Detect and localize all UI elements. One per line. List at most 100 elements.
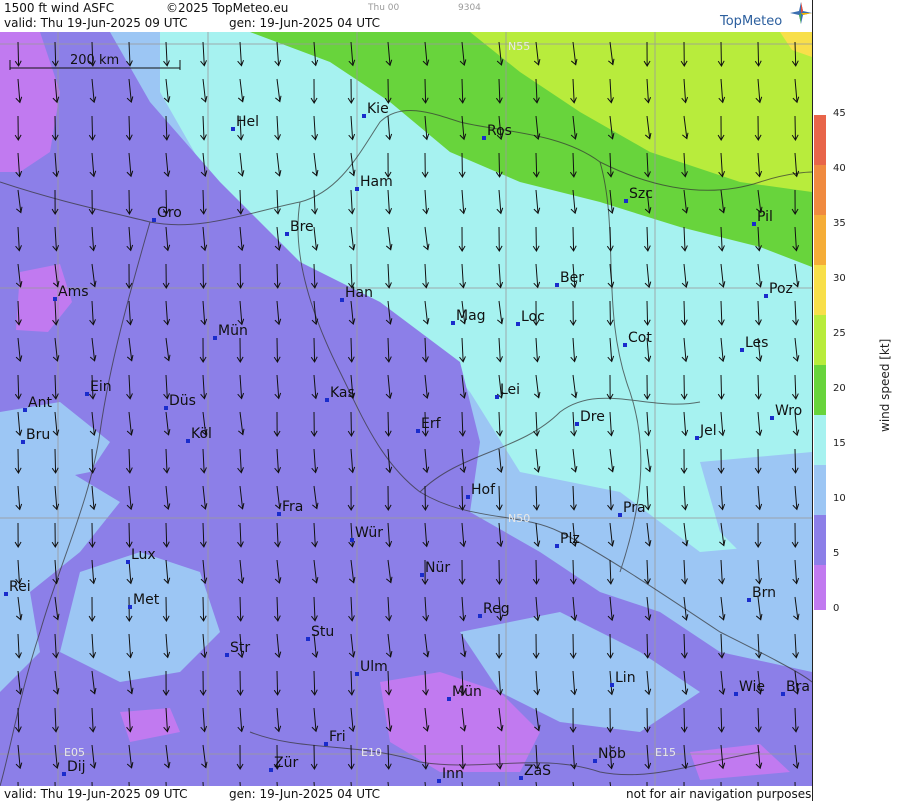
city-label: Han [345,285,373,301]
city-marker [764,294,768,298]
city-marker [610,683,614,687]
city-label: Rei [9,579,31,595]
city-label: Bru [26,427,50,443]
city-label: Dre [580,409,605,425]
city-marker [451,321,455,325]
wind-map[interactable]: N55 N50 E05 E10 E15 200 km Hel Kie Ros Ham S… [0,32,812,786]
city-label: Brn [752,585,776,601]
city-label: Zür [274,755,298,771]
city-marker [555,544,559,548]
colorbar-segment [814,515,826,565]
city-marker [21,440,25,444]
city-label: Plz [560,531,580,547]
colorbar-segment [814,465,826,515]
city-label: Cot [628,330,652,346]
faint-day-label: Thu 00 [368,3,400,13]
city-label: Mag [456,308,486,324]
grid-label-e15: E15 [655,746,676,759]
city-label: Nür [425,560,450,576]
city-label: Met [133,592,160,608]
city-label: Inn [442,766,464,782]
city-label: Lei [500,382,520,398]
city-marker [695,436,699,440]
city-marker [618,513,622,517]
city-label: Erf [421,416,442,432]
city-marker [53,297,57,301]
city-marker [495,395,499,399]
city-label: Ein [90,379,112,395]
city-label: Wro [775,403,802,419]
city-label: Pil [757,209,773,225]
city-label: Reg [483,601,510,617]
city-label: ZaS [524,763,551,779]
colorbar-segment [814,115,826,165]
city-marker [416,429,420,433]
city-label: Stu [311,624,334,640]
city-label: Kie [367,101,389,117]
city-marker [437,779,441,783]
colorbar-tick-label: 45 [833,108,846,119]
city-marker [624,199,628,203]
valid-time: valid: Thu 19-Jun-2025 09 UTC [4,16,188,30]
city-label: Hel [236,114,259,130]
city-marker [362,114,366,118]
city-marker [516,322,520,326]
city-marker [770,416,774,420]
map-title: 1500 ft wind ASFC [4,1,115,15]
colorbar-tick-label: 5 [833,548,840,559]
city-label: Poz [769,281,793,297]
city-label: Wür [355,525,383,541]
city-marker [4,592,8,596]
city-label: Bre [290,219,314,235]
copyright: ©2025 TopMeteo.eu [166,1,289,15]
footer-disclaimer: not for air navigation purposes [626,787,812,801]
city-label: Mün [452,684,482,700]
city-marker [285,232,289,236]
city-marker [23,408,27,412]
city-marker [164,406,168,410]
city-marker [277,512,281,516]
grid-label-n55: N55 [508,40,530,53]
colorbar-title: wind speed [kt] [878,338,892,432]
city-label: Str [230,640,250,656]
city-label: Dij [67,759,86,775]
city-label: Ros [487,123,512,139]
city-marker [478,614,482,618]
colorbar-segment [814,265,826,315]
logo-text: TopMeteo [720,14,783,29]
city-label: Köl [191,426,212,442]
city-label: Kas [330,385,355,401]
city-label: Les [745,335,768,351]
city-marker [740,348,744,352]
city-label: Ber [560,270,584,286]
city-marker [152,218,156,222]
city-marker [306,637,310,641]
footer-generated-time: gen: 19-Jun-2025 04 UTC [229,787,381,801]
header-bar: 1500 ft wind ASFC ©2025 TopMeteo.eu Thu … [0,0,812,32]
city-label: Ham [360,174,393,190]
city-marker [62,772,66,776]
city-label: Jel [699,423,717,439]
city-marker [325,398,329,402]
city-marker [623,343,627,347]
city-label: Ams [58,284,89,300]
city-marker [85,392,89,396]
city-marker [781,692,785,696]
city-marker [186,439,190,443]
colorbar-tick-label: 20 [833,383,846,394]
city-label: Fra [282,499,303,515]
city-label: Fri [329,729,346,745]
colorbar-segment [814,565,826,610]
city-label: Ant [28,395,52,411]
colorbar [814,115,826,610]
colorbar-segment [814,315,826,365]
city-marker [466,495,470,499]
city-marker [213,336,217,340]
city-marker [447,697,451,701]
city-marker [324,742,328,746]
compass-icon [790,2,812,24]
footer-valid-time: valid: Thu 19-Jun-2025 09 UTC [4,787,188,801]
colorbar-tick-label: 35 [833,218,846,229]
city-marker [593,759,597,763]
city-label: Lux [131,547,156,563]
